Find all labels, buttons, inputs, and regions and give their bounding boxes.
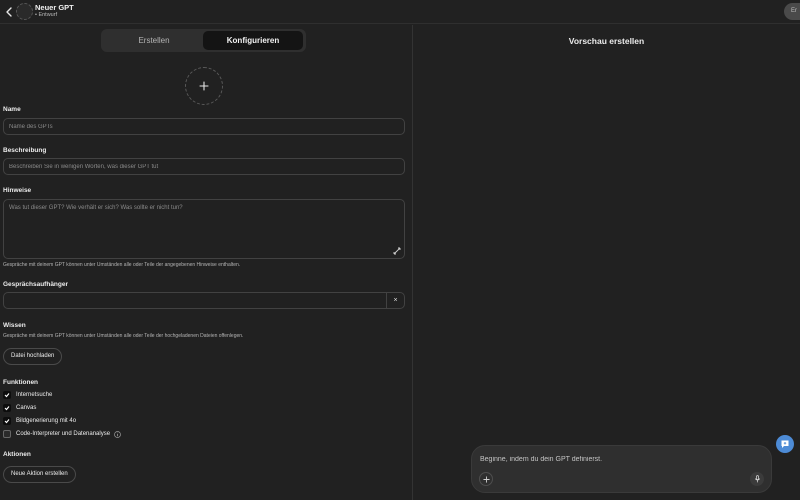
capability-label: Internetsuche xyxy=(16,392,53,398)
configure-pane: Erstellen Konfigurieren Name Beschreibun… xyxy=(0,25,412,500)
top-bar: Neuer GPT • Entwurf Er xyxy=(0,0,800,24)
close-icon: × xyxy=(393,297,398,304)
capability-canvas[interactable]: Canvas xyxy=(3,403,36,413)
help-button[interactable] xyxy=(776,435,794,453)
gpt-avatar xyxy=(16,3,33,20)
conversation-starter-row: × xyxy=(3,292,405,309)
back-button[interactable] xyxy=(3,5,15,19)
clear-starter-button[interactable]: × xyxy=(386,293,404,308)
voice-button[interactable] xyxy=(750,472,764,486)
expand-icon[interactable] xyxy=(393,247,401,255)
tab-configure[interactable]: Konfigurieren xyxy=(203,31,303,50)
capability-code-interpreter[interactable]: Code-Interpreter und Datenanalyse xyxy=(3,429,121,439)
info-icon[interactable] xyxy=(114,430,121,438)
gpt-status: • Entwurf xyxy=(35,12,58,18)
preview-title: Vorschau erstellen xyxy=(568,36,645,46)
tab-create[interactable]: Erstellen xyxy=(104,31,204,50)
check-icon xyxy=(4,419,10,424)
checkbox[interactable] xyxy=(3,430,11,438)
instructions-hint: Gespräche mit deinem GPT können unter Um… xyxy=(3,262,241,268)
knowledge-hint: Gespräche mit deinem GPT können unter Um… xyxy=(3,333,244,339)
checkbox[interactable] xyxy=(3,404,11,412)
create-action-button[interactable]: Neue Aktion erstellen xyxy=(3,466,76,483)
check-icon xyxy=(4,393,10,398)
name-label: Name xyxy=(3,106,21,113)
starters-label: Gesprächsaufhänger xyxy=(3,281,69,288)
capability-label: Canvas xyxy=(16,405,37,411)
description-label: Beschreibung xyxy=(3,147,47,154)
knowledge-label: Wissen xyxy=(3,322,26,329)
checkbox[interactable] xyxy=(3,417,11,425)
upload-file-button[interactable]: Datei hochladen xyxy=(3,348,63,365)
capability-label: Bildgenerierung mit 4o xyxy=(16,418,77,424)
capability-web-search[interactable]: Internetsuche xyxy=(3,390,52,400)
description-input[interactable] xyxy=(3,158,405,175)
preview-pane: Vorschau erstellen xyxy=(413,25,800,500)
chat-help-icon xyxy=(781,440,789,448)
capabilities-label: Funktionen xyxy=(3,379,39,386)
conversation-starter-input[interactable] xyxy=(4,293,386,308)
capability-image-generation[interactable]: Bildgenerierung mit 4o xyxy=(3,416,76,426)
mode-switch: Erstellen Konfigurieren xyxy=(101,29,306,52)
preview-message-input[interactable] xyxy=(480,453,760,465)
actions-label: Aktionen xyxy=(3,451,31,458)
plus-icon xyxy=(199,81,209,91)
instructions-label: Hinweise xyxy=(3,187,32,194)
name-input[interactable] xyxy=(3,118,405,135)
gpt-title: Neuer GPT xyxy=(35,3,74,12)
plus-icon xyxy=(482,475,490,483)
microphone-icon xyxy=(754,475,760,483)
preview-composer xyxy=(471,445,772,493)
capability-label: Code-Interpreter und Datenanalyse xyxy=(16,431,111,437)
instructions-textarea[interactable] xyxy=(3,199,405,259)
attach-button[interactable] xyxy=(479,472,493,486)
chevron-left-icon xyxy=(6,7,12,17)
checkbox[interactable] xyxy=(3,391,11,399)
gpt-image-upload-button[interactable] xyxy=(185,67,223,105)
check-icon xyxy=(4,406,10,411)
publish-button[interactable]: Er xyxy=(784,3,800,20)
